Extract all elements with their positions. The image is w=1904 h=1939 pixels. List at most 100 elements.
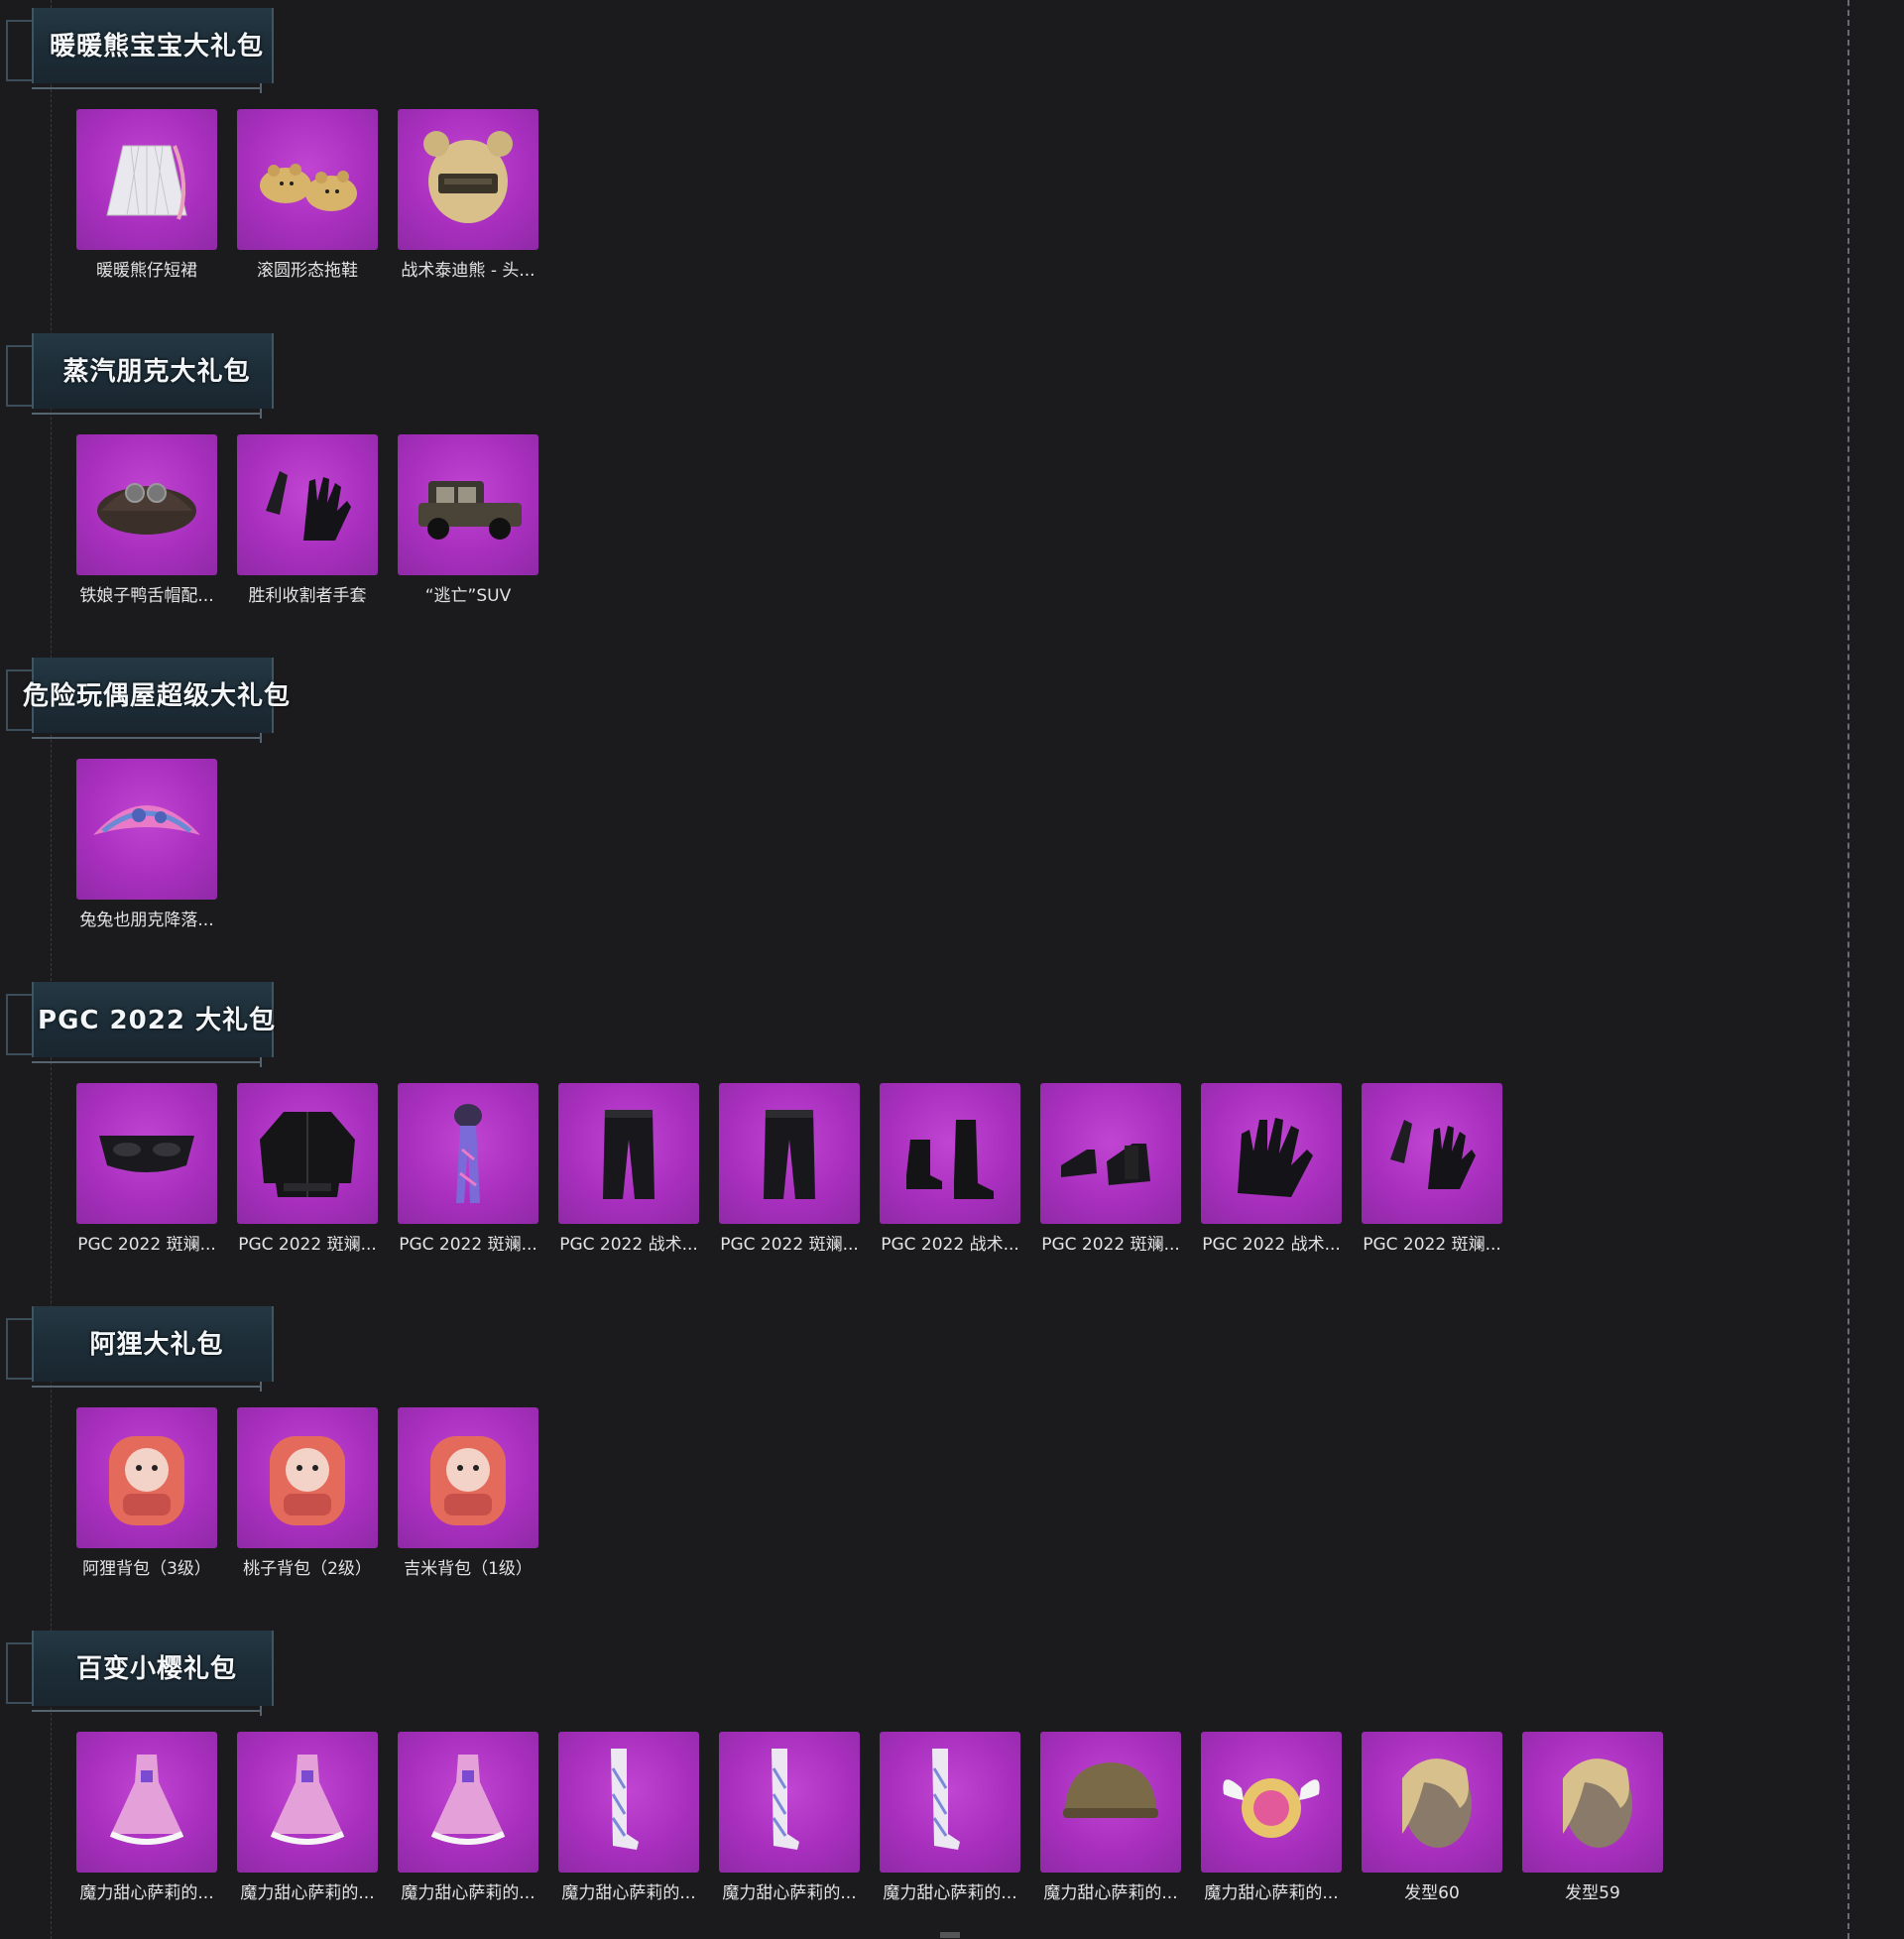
item-thumbnail[interactable] bbox=[398, 1083, 538, 1224]
item-name: 吉米背包（1级） bbox=[404, 1559, 533, 1579]
item-thumbnail[interactable] bbox=[1362, 1083, 1502, 1224]
gift-item-card[interactable]: 魔力甜心萨莉的... bbox=[719, 1732, 860, 1910]
gift-item-card[interactable]: 魔力甜心萨莉的... bbox=[398, 1732, 538, 1910]
item-thumbnail[interactable] bbox=[1040, 1732, 1181, 1873]
gift-item-card[interactable]: PGC 2022 斑斓... bbox=[237, 1083, 378, 1262]
item-thumbnail[interactable] bbox=[719, 1732, 860, 1873]
item-thumbnail[interactable] bbox=[558, 1732, 699, 1873]
gift-item-card[interactable]: 魔力甜心萨莉的... bbox=[1040, 1732, 1181, 1910]
gift-item-card[interactable]: 魔力甜心萨莉的... bbox=[558, 1732, 699, 1910]
banner-notch bbox=[250, 1057, 262, 1067]
dress-icon bbox=[270, 1755, 345, 1845]
banner-underline bbox=[32, 413, 262, 421]
item-thumbnail[interactable] bbox=[76, 1732, 217, 1873]
gift-item-card[interactable]: 铁娘子鸭舌帽配... bbox=[76, 434, 217, 613]
item-name: PGC 2022 斑斓... bbox=[399, 1235, 537, 1255]
item-thumbnail[interactable] bbox=[76, 759, 217, 900]
backpack-icon bbox=[430, 1436, 506, 1525]
banner-underline bbox=[32, 1386, 262, 1394]
winged-bag-icon bbox=[1223, 1778, 1320, 1838]
item-thumbnail[interactable] bbox=[76, 1407, 217, 1548]
item-thumbnail[interactable] bbox=[880, 1083, 1020, 1224]
item-thumbnail[interactable] bbox=[558, 1083, 699, 1224]
jacket-icon bbox=[260, 1112, 355, 1197]
item-name: “逃亡”SUV bbox=[424, 586, 512, 606]
boots-icon bbox=[906, 1120, 994, 1199]
item-name: PGC 2022 斑斓... bbox=[77, 1235, 216, 1255]
item-name: 铁娘子鸭舌帽配... bbox=[79, 586, 214, 606]
gift-item-card[interactable]: PGC 2022 战术... bbox=[880, 1083, 1020, 1262]
item-thumbnail[interactable] bbox=[1201, 1732, 1342, 1873]
item-row: 暖暖熊仔短裙 滚圆形态拖鞋 战术泰迪熊 - 头... bbox=[76, 109, 538, 288]
item-thumbnail[interactable] bbox=[76, 109, 217, 250]
item-thumbnail[interactable] bbox=[237, 434, 378, 575]
item-row: 铁娘子鸭舌帽配... 胜利收割者手套 “逃亡”SUV bbox=[76, 434, 538, 613]
item-thumbnail[interactable] bbox=[1362, 1732, 1502, 1873]
item-thumbnail[interactable] bbox=[1201, 1083, 1342, 1224]
item-thumbnail[interactable] bbox=[1040, 1083, 1181, 1224]
gift-item-card[interactable]: 阿狸背包（3级） bbox=[76, 1407, 217, 1586]
gift-item-card[interactable]: 发型60 bbox=[1362, 1732, 1502, 1910]
gift-item-card[interactable]: 暖暖熊仔短裙 bbox=[76, 109, 217, 288]
item-thumbnail[interactable] bbox=[880, 1732, 1020, 1873]
item-thumbnail[interactable] bbox=[719, 1083, 860, 1224]
item-thumbnail[interactable] bbox=[237, 1083, 378, 1224]
item-name: 暖暖熊仔短裙 bbox=[96, 261, 197, 281]
banner-underline bbox=[32, 1710, 262, 1718]
item-name: 魔力甜心萨莉的... bbox=[79, 1883, 214, 1903]
skirt-icon bbox=[106, 145, 187, 220]
gift-item-card[interactable]: 兔兔也朋克降落... bbox=[76, 759, 217, 937]
item-name: PGC 2022 战术... bbox=[881, 1235, 1019, 1255]
gift-item-card[interactable]: 胜利收割者手套 bbox=[237, 434, 378, 613]
item-thumbnail[interactable] bbox=[398, 1407, 538, 1548]
item-thumbnail[interactable] bbox=[237, 1732, 378, 1873]
gift-item-card[interactable]: “逃亡”SUV bbox=[398, 434, 538, 613]
vintage-car-icon bbox=[418, 481, 522, 540]
item-name: 发型60 bbox=[1404, 1883, 1460, 1903]
gift-item-card[interactable]: 吉米背包（1级） bbox=[398, 1407, 538, 1586]
pants-icon bbox=[603, 1110, 654, 1199]
item-thumbnail[interactable] bbox=[76, 1083, 217, 1224]
item-thumbnail[interactable] bbox=[237, 1407, 378, 1548]
gift-item-card[interactable]: 魔力甜心萨莉的... bbox=[76, 1732, 217, 1910]
glove-icon bbox=[1238, 1118, 1313, 1197]
right-dashed-guide bbox=[1847, 0, 1849, 1939]
banner-notch bbox=[250, 1706, 262, 1716]
gift-item-card[interactable]: 魔力甜心萨莉的... bbox=[1201, 1732, 1342, 1910]
gift-item-card[interactable]: 发型59 bbox=[1522, 1732, 1663, 1910]
gift-item-card[interactable]: PGC 2022 斑斓... bbox=[1040, 1083, 1181, 1262]
item-name: PGC 2022 斑斓... bbox=[238, 1235, 377, 1255]
item-row: 兔兔也朋克降落... bbox=[76, 759, 217, 937]
item-thumbnail[interactable] bbox=[398, 434, 538, 575]
section-title: PGC 2022 大礼包 bbox=[38, 1005, 276, 1035]
gift-item-card[interactable]: PGC 2022 斑斓... bbox=[76, 1083, 217, 1262]
gloves-icon bbox=[1390, 1120, 1476, 1189]
gift-item-card[interactable]: 战术泰迪熊 - 头... bbox=[398, 109, 538, 288]
item-thumbnail[interactable] bbox=[237, 109, 378, 250]
item-thumbnail[interactable] bbox=[1522, 1732, 1663, 1873]
gift-item-card[interactable]: 滚圆形态拖鞋 bbox=[237, 109, 378, 288]
item-row: 阿狸背包（3级） 桃子背包（2级） 吉米背包（1级） bbox=[76, 1407, 538, 1586]
gloves-icon bbox=[266, 471, 351, 541]
item-name: 桃子背包（2级） bbox=[243, 1559, 372, 1579]
gift-item-card[interactable]: PGC 2022 战术... bbox=[558, 1083, 699, 1262]
item-name: 滚圆形态拖鞋 bbox=[257, 261, 358, 281]
banner-notch bbox=[250, 409, 262, 419]
dress-icon bbox=[430, 1755, 506, 1845]
gift-item-card[interactable]: 桃子背包（2级） bbox=[237, 1407, 378, 1586]
gift-item-card[interactable]: PGC 2022 斑斓... bbox=[719, 1083, 860, 1262]
gift-item-card[interactable]: PGC 2022 斑斓... bbox=[398, 1083, 538, 1262]
gift-item-card[interactable]: 魔力甜心萨莉的... bbox=[880, 1732, 1020, 1910]
item-thumbnail[interactable] bbox=[398, 109, 538, 250]
gift-item-card[interactable]: 魔力甜心萨莉的... bbox=[237, 1732, 378, 1910]
item-thumbnail[interactable] bbox=[76, 434, 217, 575]
stockings-icon bbox=[772, 1749, 799, 1850]
item-name: 阿狸背包（3级） bbox=[82, 1559, 211, 1579]
item-thumbnail[interactable] bbox=[398, 1732, 538, 1873]
item-name: 发型59 bbox=[1565, 1883, 1620, 1903]
item-name: 魔力甜心萨莉的... bbox=[561, 1883, 696, 1903]
shoes-icon bbox=[1061, 1144, 1150, 1185]
gift-item-card[interactable]: PGC 2022 战术... bbox=[1201, 1083, 1342, 1262]
gift-item-card[interactable]: PGC 2022 斑斓... bbox=[1362, 1083, 1502, 1262]
banner-notch bbox=[250, 733, 262, 743]
